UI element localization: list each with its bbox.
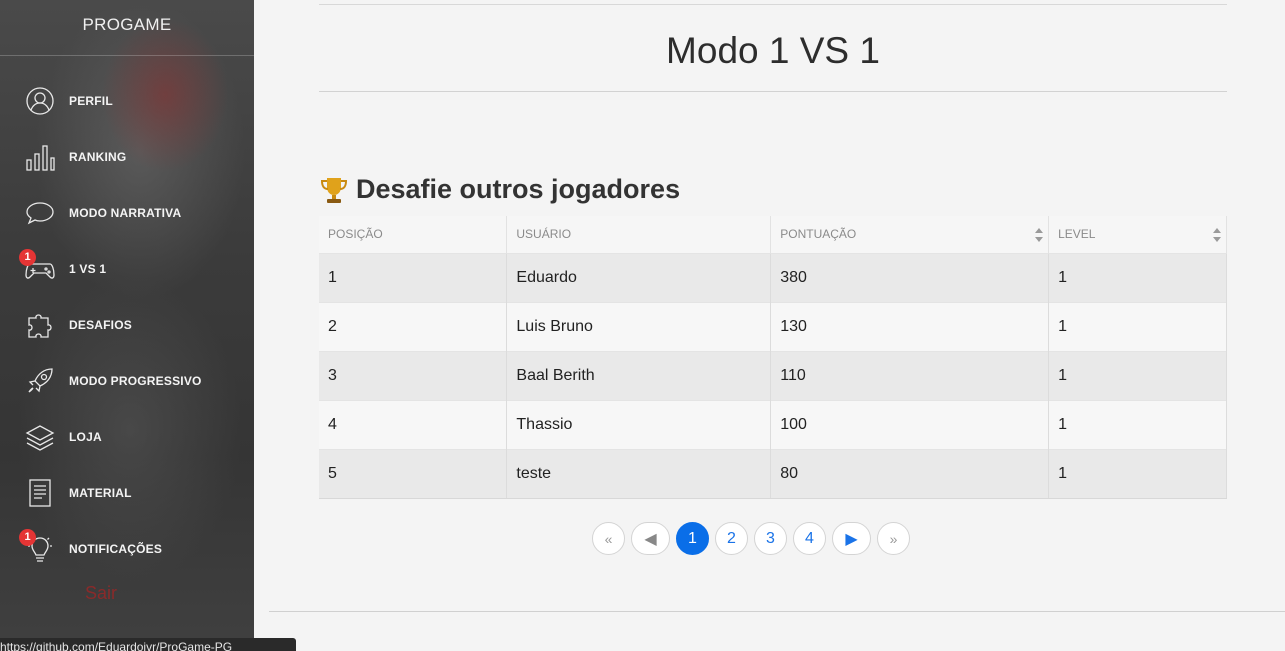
sidebar-item-perfil[interactable]: PERFIL	[0, 73, 254, 129]
cell-level: 1	[1048, 399, 1227, 449]
table-row[interactable]: 5 teste 80 1	[319, 448, 1227, 499]
cell-posicao: 2	[319, 301, 508, 351]
cell-pontuacao: 100	[770, 399, 1050, 449]
sidebar-item-material[interactable]: MATERIAL	[0, 465, 254, 521]
cell-usuario: Baal Berith	[506, 350, 772, 400]
next-page-button[interactable]: ▶	[832, 522, 871, 555]
page-title: Modo 1 VS 1	[666, 30, 880, 71]
page-button-4[interactable]: 4	[793, 522, 826, 555]
divider	[269, 611, 1285, 612]
cell-posicao: 4	[319, 399, 508, 449]
sidebar-item-label: DESAFIOS	[69, 318, 132, 332]
page-button-2[interactable]: 2	[715, 522, 748, 555]
sidebar-item-label: RANKING	[69, 150, 127, 164]
divider	[319, 4, 1227, 5]
cell-level: 1	[1048, 252, 1227, 302]
sidebar-item-ranking[interactable]: RANKING	[0, 129, 254, 185]
logout-link[interactable]: Sair	[85, 583, 117, 604]
sidebar-item-desafios[interactable]: DESAFIOS	[0, 297, 254, 353]
sidebar-item-loja[interactable]: LOJA	[0, 409, 254, 465]
sidebar-item-notificacoes[interactable]: 1 NOTIFICAÇÕES	[0, 521, 254, 577]
rocket-icon	[25, 366, 55, 396]
cell-level: 1	[1048, 301, 1227, 351]
cell-pontuacao: 380	[770, 252, 1050, 302]
sidebar-item-label: NOTIFICAÇÕES	[69, 542, 163, 556]
speech-bubble-icon	[25, 198, 55, 228]
status-bar-url: https://github.com/Eduardojvr/ProGame-PG	[0, 638, 296, 651]
cell-pontuacao: 80	[770, 448, 1050, 499]
cell-usuario: teste	[506, 448, 772, 499]
column-header-pontuacao[interactable]: PONTUAÇÃO	[770, 216, 1050, 253]
layers-icon	[25, 422, 55, 452]
table-row[interactable]: 3 Baal Berith 110 1	[319, 350, 1227, 400]
bar-chart-icon	[25, 142, 55, 172]
notification-badge: 1	[19, 249, 36, 266]
cell-posicao: 3	[319, 350, 508, 400]
pagination: « ◀ 1 2 3 4 ▶ »	[592, 522, 910, 555]
trophy-icon	[319, 176, 349, 204]
page-button-1[interactable]: 1	[676, 522, 709, 555]
cell-level: 1	[1048, 350, 1227, 400]
column-header-label: PONTUAÇÃO	[780, 227, 857, 242]
sidebar-item-label: 1 VS 1	[69, 262, 107, 276]
sidebar-item-label: MODO NARRATIVA	[69, 206, 182, 220]
section-title: Desafie outros jogadores	[319, 174, 680, 205]
sidebar-item-label: LOJA	[69, 430, 102, 444]
last-page-button[interactable]: »	[877, 522, 910, 555]
sidebar: PROGAME PERFIL RANKING MODO NARRATIVA 1	[0, 0, 254, 651]
puzzle-icon	[25, 310, 55, 340]
cell-usuario: Thassio	[506, 399, 772, 449]
document-icon	[25, 478, 55, 508]
sidebar-item-label: MODO PROGRESSIVO	[69, 374, 202, 388]
cell-level: 1	[1048, 448, 1227, 499]
user-circle-icon	[25, 86, 55, 116]
table-header-row: POSIÇÃO USUÁRIO PONTUAÇÃO LEVEL	[319, 216, 1227, 253]
page-button-3[interactable]: 3	[754, 522, 787, 555]
cell-pontuacao: 110	[770, 350, 1050, 400]
notification-badge: 1	[19, 529, 36, 546]
sidebar-item-modo-progressivo[interactable]: MODO PROGRESSIVO	[0, 353, 254, 409]
section-title-text: Desafie outros jogadores	[356, 174, 681, 204]
sidebar-nav: PERFIL RANKING MODO NARRATIVA 1 1 VS 1 D…	[0, 56, 254, 577]
table-row[interactable]: 4 Thassio 100 1	[319, 399, 1227, 449]
cell-usuario: Luis Bruno	[506, 301, 772, 351]
brand-title: PROGAME	[0, 0, 254, 56]
sidebar-item-label: PERFIL	[69, 94, 113, 108]
prev-page-button[interactable]: ◀	[631, 522, 670, 555]
main-content: Modo 1 VS 1 Desafie outros jogadores POS…	[254, 0, 1285, 651]
sidebar-item-1vs1[interactable]: 1 1 VS 1	[0, 241, 254, 297]
ranking-table: POSIÇÃO USUÁRIO PONTUAÇÃO LEVEL 1 Eduard…	[319, 216, 1227, 499]
cell-posicao: 5	[319, 448, 508, 499]
column-header-usuario: USUÁRIO	[506, 216, 772, 253]
sort-icon[interactable]	[1035, 228, 1044, 242]
table-row[interactable]: 2 Luis Bruno 130 1	[319, 301, 1227, 351]
sidebar-item-modo-narrativa[interactable]: MODO NARRATIVA	[0, 185, 254, 241]
sort-icon[interactable]	[1213, 228, 1221, 242]
column-header-level[interactable]: LEVEL	[1048, 216, 1227, 253]
column-header-label: LEVEL	[1058, 227, 1096, 242]
cell-pontuacao: 130	[770, 301, 1050, 351]
cell-posicao: 1	[319, 252, 508, 302]
first-page-button[interactable]: «	[592, 522, 625, 555]
table-row[interactable]: 1 Eduardo 380 1	[319, 252, 1227, 302]
cell-usuario: Eduardo	[506, 252, 772, 302]
divider	[319, 91, 1227, 92]
sidebar-item-label: MATERIAL	[69, 486, 132, 500]
column-header-posicao: POSIÇÃO	[319, 216, 508, 253]
